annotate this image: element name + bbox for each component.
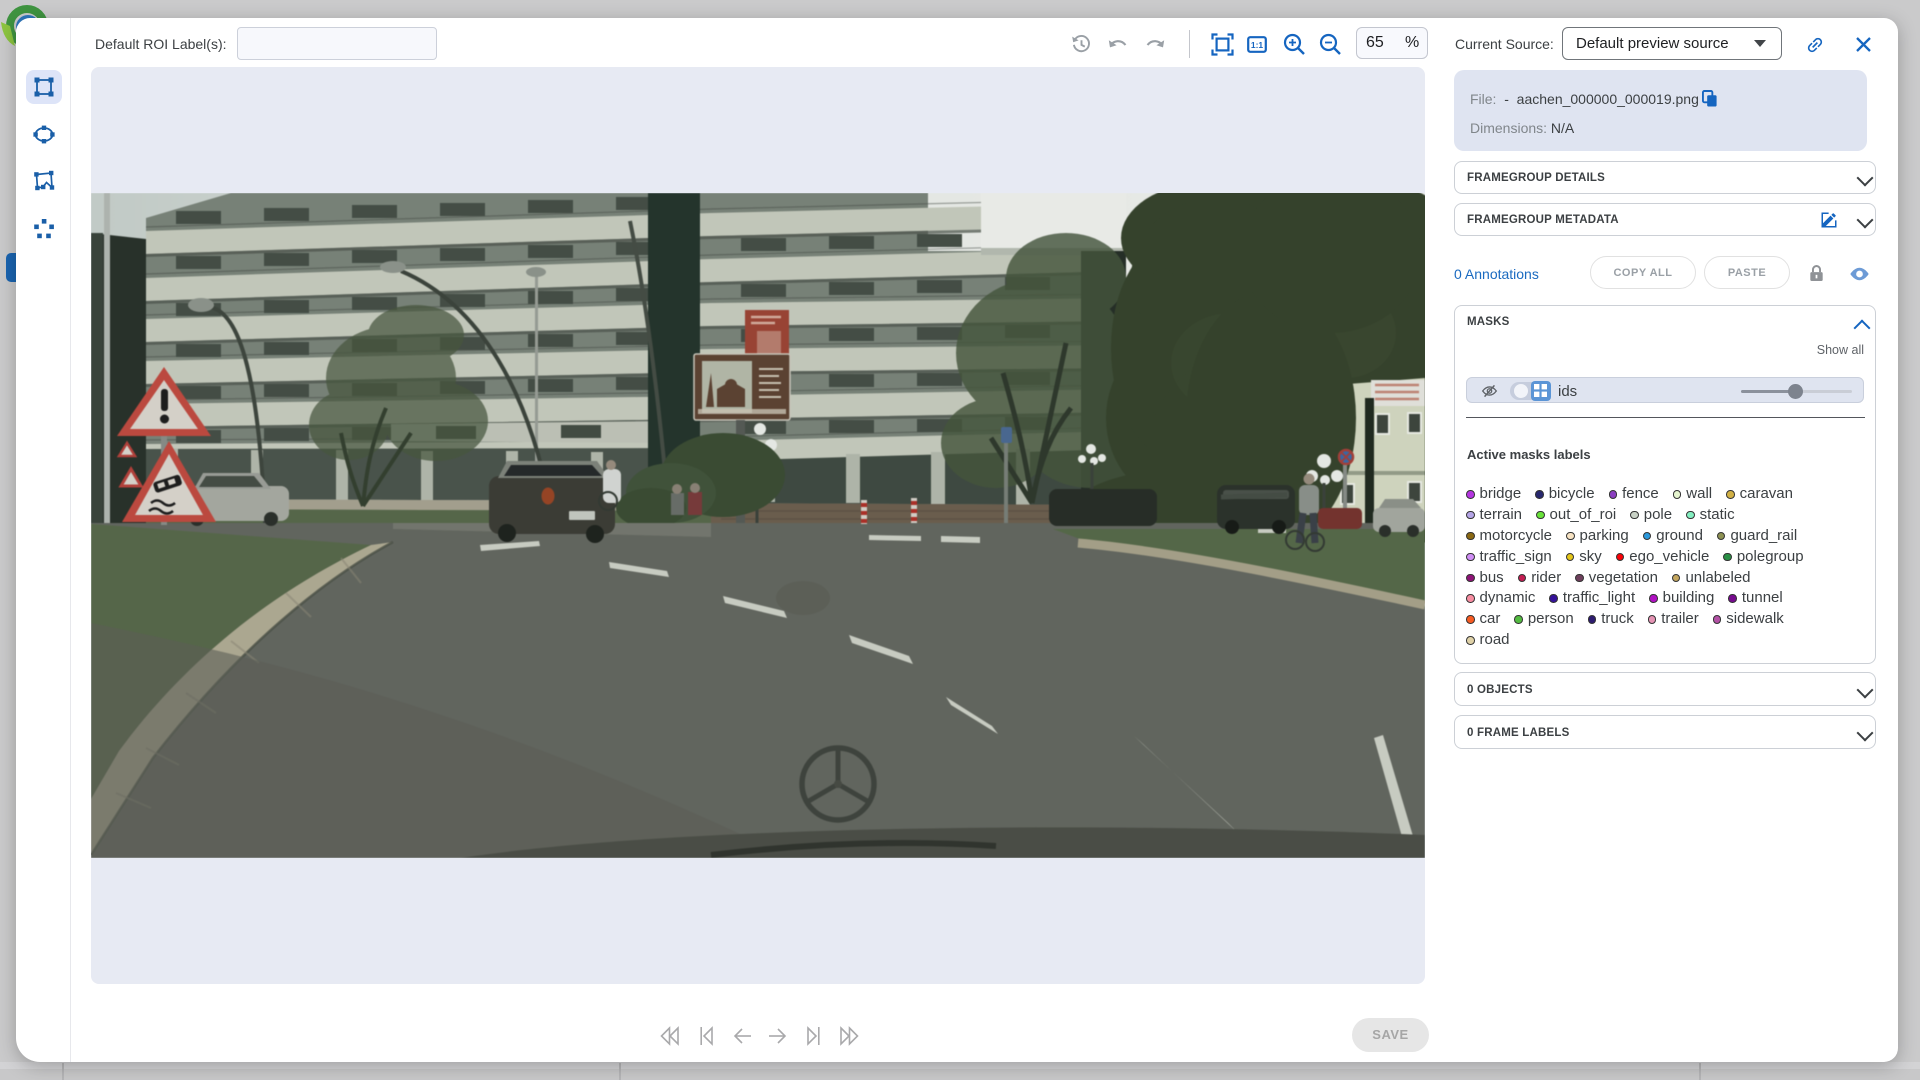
svg-text:1:1: 1:1	[1251, 40, 1264, 50]
